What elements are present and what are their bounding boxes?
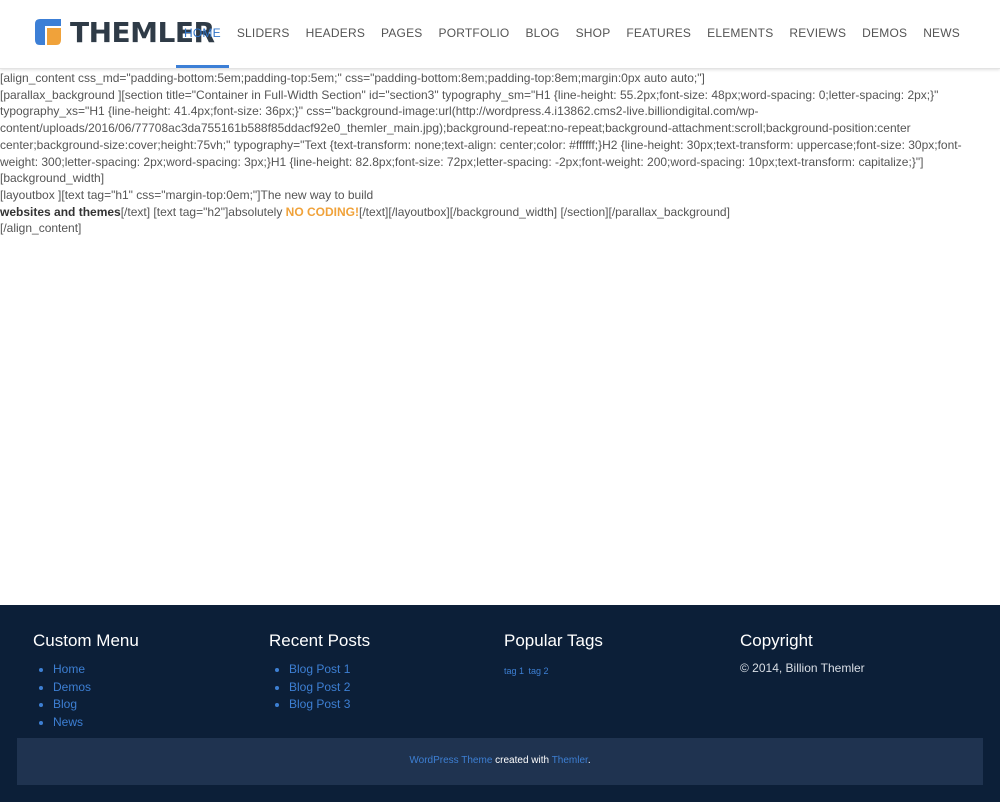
page-content: [align_content css_md="padding-bottom:5e… — [0, 70, 990, 237]
shortcode-line: [parallax_background ][section title="Co… — [0, 87, 962, 186]
nav-item-home[interactable]: HOME — [176, 0, 229, 68]
footer-heading: Popular Tags — [504, 631, 603, 650]
footer-post-link[interactable]: Blog Post 1 — [289, 662, 350, 676]
nav-item-blog[interactable]: BLOG — [517, 0, 567, 66]
footer-link-blog[interactable]: Blog — [53, 697, 77, 711]
shortcode-text: [/text] [text tag="h2"]absolutely — [120, 204, 286, 219]
nav-item-pages[interactable]: PAGES — [373, 0, 430, 66]
nav-item-portfolio[interactable]: PORTFOLIO — [431, 0, 518, 66]
footer-recent-posts: Recent Posts Blog Post 1 Blog Post 2 Blo… — [269, 631, 370, 714]
themler-logo-icon — [35, 19, 61, 45]
site-footer: Custom Menu Home Demos Blog News Recent … — [0, 605, 1000, 802]
nav-item-demos[interactable]: DEMOS — [854, 0, 915, 66]
tag-link[interactable]: tag 1 — [504, 666, 524, 676]
footer-link-home[interactable]: Home — [53, 662, 85, 676]
footer-link-demos[interactable]: Demos — [53, 680, 91, 694]
nav-item-news[interactable]: NEWS — [915, 0, 968, 66]
main-nav: HOME SLIDERS HEADERS PAGES PORTFOLIO BLO… — [176, 0, 968, 68]
nav-item-features[interactable]: FEATURES — [618, 0, 699, 66]
shortcode-text: [/text][/layoutbox][/background_width] [… — [359, 204, 730, 219]
footer-credits: WordPress Theme created with Themler. — [17, 738, 983, 785]
footer-link-news[interactable]: News — [53, 715, 83, 729]
nav-item-reviews[interactable]: REVIEWS — [781, 0, 854, 66]
footer-custom-menu: Custom Menu Home Demos Blog News — [33, 631, 139, 731]
footer-heading: Copyright — [740, 631, 813, 650]
themler-link[interactable]: Themler — [552, 755, 588, 766]
tag-link[interactable]: tag 2 — [528, 666, 548, 676]
bold-text: websites and themes — [0, 204, 121, 219]
site-header: THEMLER HOME SLIDERS HEADERS PAGES PORTF… — [0, 0, 1000, 69]
highlight-text: NO CODING! — [285, 204, 360, 219]
footer-copyright: Copyright © 2014, Billion Themler — [740, 631, 865, 675]
credits-period: . — [587, 755, 591, 766]
footer-post-link[interactable]: Blog Post 3 — [289, 697, 350, 711]
wordpress-theme-link[interactable]: WordPress Theme — [409, 755, 492, 766]
credits-text: created with — [492, 755, 552, 766]
nav-item-shop[interactable]: SHOP — [568, 0, 619, 66]
tag-cloud: tag 1 tag 2 — [504, 661, 603, 679]
shortcode-line: [/align_content] — [0, 221, 82, 236]
footer-popular-tags: Popular Tags tag 1 tag 2 — [504, 631, 603, 679]
nav-item-elements[interactable]: ELEMENTS — [699, 0, 781, 66]
footer-heading: Recent Posts — [269, 631, 371, 650]
shortcode-line: [layoutbox ][text tag="h1" css="margin-t… — [0, 187, 374, 202]
nav-item-headers[interactable]: HEADERS — [298, 0, 373, 66]
nav-item-sliders[interactable]: SLIDERS — [229, 0, 298, 66]
footer-heading: Custom Menu — [33, 631, 139, 650]
copyright-text: © 2014, Billion Themler — [740, 661, 865, 675]
shortcode-line: websites and themes[/text] [text tag="h2… — [0, 204, 990, 221]
footer-post-link[interactable]: Blog Post 2 — [289, 680, 350, 694]
shortcode-line: [align_content css_md="padding-bottom:5e… — [0, 71, 705, 85]
